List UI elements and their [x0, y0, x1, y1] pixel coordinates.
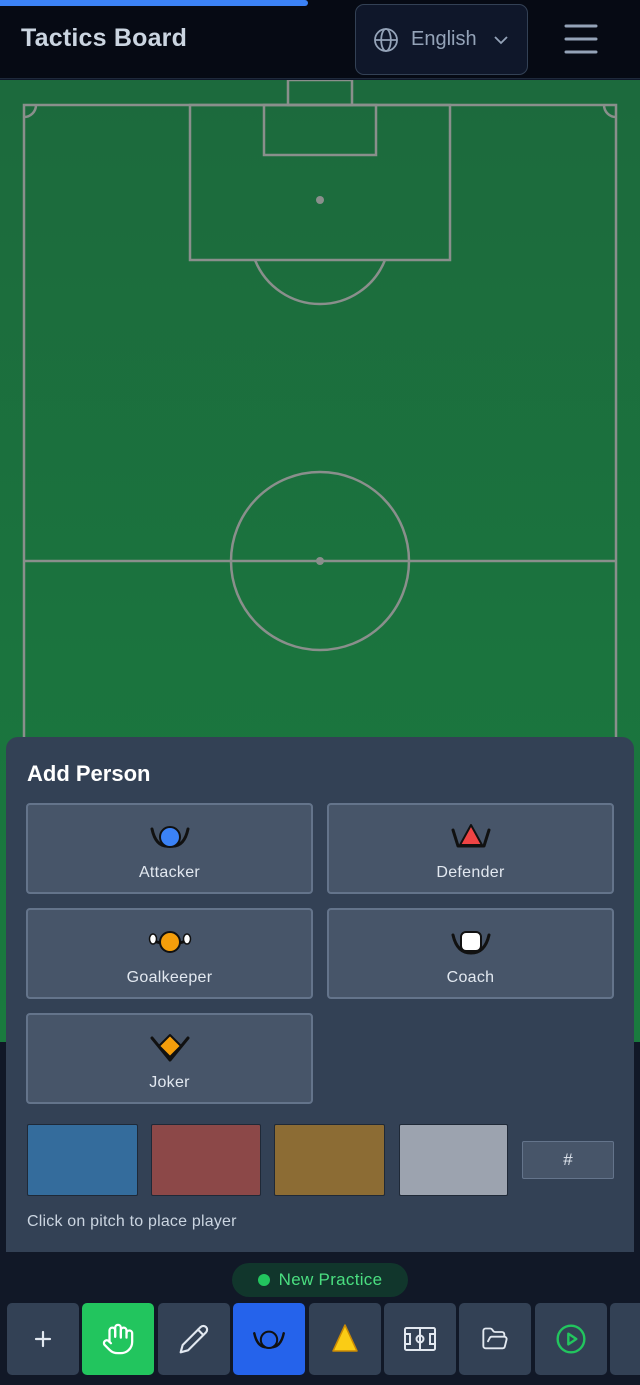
- status-dot-icon: [257, 1274, 270, 1286]
- folder-icon: [482, 1327, 508, 1350]
- role-label: Defender: [436, 864, 505, 881]
- open-file-button[interactable]: [459, 1303, 531, 1375]
- cone-tool-button[interactable]: [309, 1303, 381, 1375]
- hex-color-input[interactable]: [522, 1141, 614, 1179]
- joker-icon: [150, 1034, 189, 1062]
- color-swatch-red[interactable]: [151, 1124, 261, 1196]
- person-tool-button[interactable]: [233, 1303, 305, 1375]
- session-label: New Practice: [278, 1270, 383, 1289]
- move-tool-button[interactable]: [82, 1303, 154, 1375]
- chevron-down-icon: [493, 35, 508, 44]
- plus-icon: [34, 1330, 52, 1348]
- color-swatch-blue[interactable]: [27, 1124, 138, 1196]
- goalkeeper-button[interactable]: Goalkeeper: [26, 908, 313, 999]
- session-status-badge[interactable]: New Practice: [232, 1263, 408, 1297]
- person-icon: [253, 1330, 285, 1350]
- panel-title: Add Person: [27, 761, 151, 786]
- app-header: Tactics Board English: [0, 0, 640, 79]
- cone-icon: [332, 1324, 358, 1352]
- play-button[interactable]: [535, 1303, 607, 1375]
- goalkeeper-icon: [148, 931, 191, 953]
- coach-button[interactable]: Coach: [327, 908, 614, 999]
- add-button[interactable]: [7, 1303, 79, 1375]
- language-label: English: [411, 28, 477, 50]
- role-label: Joker: [149, 1074, 190, 1091]
- language-selector[interactable]: English: [355, 4, 528, 75]
- color-swatch-gold[interactable]: [274, 1124, 385, 1196]
- color-swatch-gray[interactable]: [399, 1124, 508, 1196]
- toolbar-overflow-button[interactable]: [610, 1303, 640, 1375]
- defender-button[interactable]: Defender: [327, 803, 614, 894]
- joker-button[interactable]: Joker: [26, 1013, 313, 1104]
- attacker-icon: [150, 826, 189, 848]
- add-person-panel: Add Person Attacker Defender Goalkeeper …: [6, 737, 634, 1252]
- role-label: Goalkeeper: [126, 969, 213, 986]
- draw-tool-button[interactable]: [158, 1303, 230, 1375]
- hand-icon: [102, 1323, 134, 1355]
- defender-icon: [451, 824, 490, 848]
- globe-icon: [374, 27, 398, 52]
- attacker-button[interactable]: Attacker: [26, 803, 313, 894]
- pencil-icon: [179, 1324, 209, 1354]
- role-label: Coach: [446, 969, 495, 986]
- app-title: Tactics Board: [21, 24, 188, 52]
- hamburger-menu-icon[interactable]: [562, 22, 600, 56]
- loading-progress-bar: [0, 0, 308, 6]
- role-label: Attacker: [138, 864, 201, 881]
- pitch-icon: [404, 1327, 436, 1351]
- pitch-tool-button[interactable]: [384, 1303, 456, 1375]
- placement-hint: Click on pitch to place player: [27, 1213, 237, 1230]
- coach-icon: [451, 931, 490, 955]
- play-icon: [556, 1324, 586, 1354]
